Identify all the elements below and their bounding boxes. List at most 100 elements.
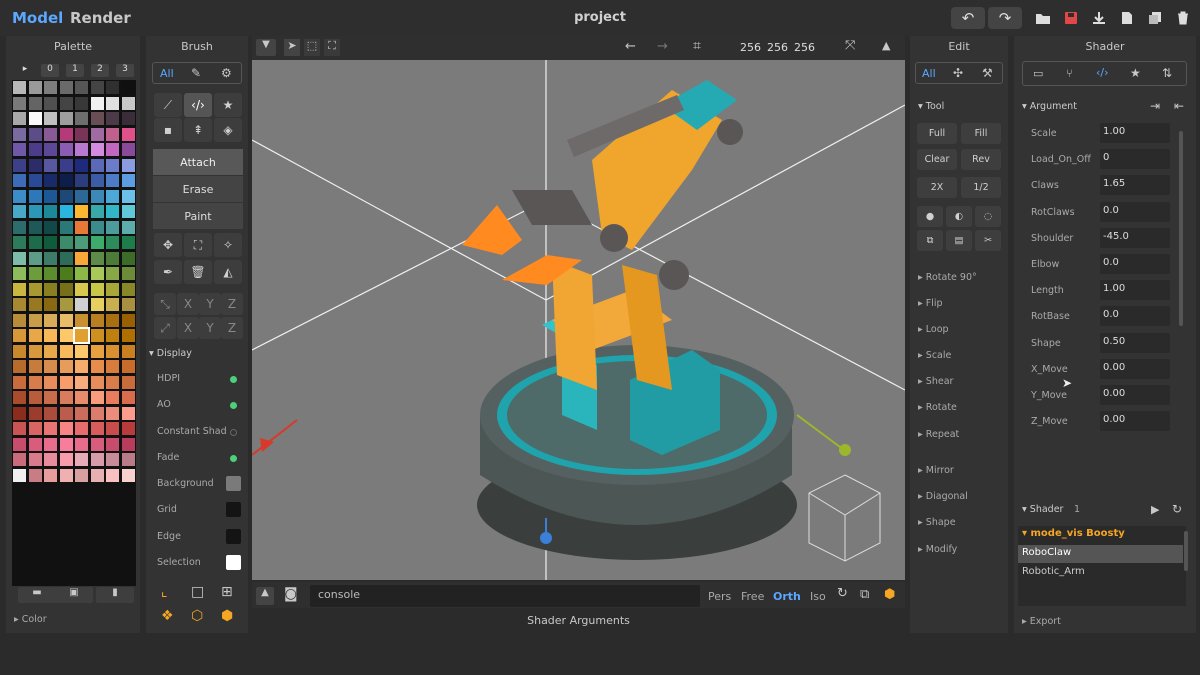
arg-length-field[interactable]: 1.00	[1100, 280, 1170, 301]
palette-swatch[interactable]	[90, 406, 104, 420]
redo-button[interactable]: ↷	[988, 7, 1022, 29]
palette-swatch[interactable]	[28, 391, 42, 404]
palette-swatch[interactable]	[121, 205, 135, 218]
axis-y-button[interactable]: Y	[199, 293, 221, 315]
palette-swatch[interactable]	[59, 220, 73, 234]
crop-icon[interactable]: ⌗	[693, 38, 701, 54]
palette-swatch[interactable]	[44, 205, 57, 218]
fill-tool[interactable]: ◭	[214, 260, 242, 284]
edit-menu-repeat[interactable]: ▸ Repeat	[918, 429, 959, 440]
palette-swatch[interactable]	[75, 251, 88, 265]
palette-swatch[interactable]	[13, 344, 26, 358]
palette-swatch[interactable]	[121, 251, 135, 265]
edit-menu-shape[interactable]: ▸ Shape	[918, 517, 956, 528]
palette-swatch[interactable]	[28, 437, 42, 451]
palette-swatch[interactable]	[59, 360, 73, 373]
palette-swatch[interactable]	[13, 189, 26, 203]
arg-z-move-field[interactable]: 0.00	[1100, 411, 1170, 432]
scale-icon[interactable]: ⤢	[154, 317, 176, 339]
palette-swatch[interactable]	[106, 282, 119, 296]
arg-elbow-field[interactable]: 0.0	[1100, 254, 1170, 274]
palette-swatch[interactable]	[121, 344, 135, 358]
palette-swatch[interactable]	[13, 251, 26, 265]
palette-swatch[interactable]	[121, 282, 135, 296]
palette-swatch[interactable]	[13, 220, 26, 234]
palette-swatch[interactable]	[106, 127, 119, 141]
palette-swatch[interactable]	[59, 344, 73, 358]
palette-swatch[interactable]	[28, 189, 42, 203]
palette-swatch[interactable]	[75, 422, 88, 435]
folder-icon[interactable]: ▭	[1033, 67, 1043, 80]
palette-swatch[interactable]	[59, 391, 73, 404]
palette-grid[interactable]	[12, 80, 136, 586]
arg-scale-field[interactable]: 1.00	[1100, 123, 1170, 143]
palette-swatch[interactable]	[59, 112, 73, 125]
gear-icon[interactable]: ⚙	[221, 66, 232, 80]
palette-tab-2[interactable]: 1	[66, 64, 84, 77]
palette-swatch[interactable]	[106, 143, 119, 156]
shader-brush-tool[interactable]: ‹/›	[184, 93, 212, 117]
palette-swatch[interactable]	[106, 360, 119, 373]
sphere-half-button[interactable]: ◐	[946, 206, 972, 227]
palette-swatch[interactable]	[13, 453, 26, 466]
palette-swatch[interactable]	[59, 267, 73, 280]
palette-swatch[interactable]	[28, 158, 42, 172]
palette-swatch[interactable]	[59, 96, 73, 110]
palette-swatch[interactable]	[44, 298, 57, 311]
palette-swatch[interactable]	[44, 236, 57, 249]
clear-button[interactable]: Clear	[917, 149, 957, 170]
palette-swatch[interactable]	[106, 174, 119, 187]
paint-button[interactable]: Paint	[153, 203, 243, 229]
palette-swatch[interactable]	[106, 205, 119, 218]
layers-icon[interactable]: ⧉	[860, 587, 869, 602]
display-toggle-icon[interactable]	[230, 454, 237, 462]
palette-swatch[interactable]	[90, 298, 104, 311]
axis-x-button-2[interactable]: X	[177, 317, 199, 339]
palette-swatch[interactable]	[28, 251, 42, 265]
undo-button[interactable]: ↶	[951, 7, 985, 29]
palette-swatch[interactable]	[13, 81, 26, 94]
export-section[interactable]: ▸ Export	[1022, 616, 1061, 627]
full-button[interactable]: Full	[917, 123, 957, 144]
cube-tool[interactable]: ◈	[214, 118, 242, 142]
palette-swatch[interactable]	[73, 327, 90, 344]
display-section[interactable]: ▾ Display	[149, 348, 192, 359]
palette-swatch[interactable]	[13, 437, 26, 451]
edit-menu-rotate[interactable]: ▸ Rotate	[918, 402, 957, 413]
palette-tab-1[interactable]: 0	[41, 64, 59, 77]
palette-swatch[interactable]	[59, 189, 73, 203]
palette-swatch[interactable]	[44, 81, 57, 94]
palette-swatch[interactable]	[44, 313, 57, 327]
copy-button[interactable]: ⧉	[917, 230, 943, 251]
shader-item-robotic-arm[interactable]: Robotic_Arm	[1022, 566, 1085, 577]
palette-swatch[interactable]	[13, 205, 26, 218]
palette-swatch[interactable]	[59, 251, 73, 265]
duplicate-button[interactable]	[1146, 9, 1164, 27]
edit-menu-modify[interactable]: ▸ Modify	[918, 544, 957, 555]
palette-swatch[interactable]	[121, 112, 135, 125]
palette-swatch[interactable]	[90, 437, 104, 451]
palette-swatch[interactable]	[106, 189, 119, 203]
palette-swatch[interactable]	[90, 251, 104, 265]
palette-swatch[interactable]	[44, 406, 57, 420]
palette-swatch[interactable]	[44, 112, 57, 125]
attach-button[interactable]: Attach	[153, 149, 243, 175]
view-free-button[interactable]: Free	[741, 590, 764, 603]
rev-button[interactable]: Rev	[961, 149, 1001, 170]
console-input[interactable]: console	[310, 585, 700, 607]
arrow-left-icon[interactable]: ←	[625, 39, 636, 54]
palette-swatch[interactable]	[28, 81, 42, 94]
palette-swatch[interactable]	[75, 236, 88, 249]
palette-swatch[interactable]	[28, 360, 42, 373]
palette-swatch[interactable]	[90, 375, 104, 389]
display-toggle-icon[interactable]	[230, 376, 237, 383]
palette-swatch[interactable]	[90, 205, 104, 218]
palette-swatch[interactable]	[75, 112, 88, 125]
palette-swatch[interactable]	[13, 112, 26, 125]
palette-swatch[interactable]	[75, 453, 88, 466]
shader-folder[interactable]: ▾ mode_vis Boosty	[1022, 528, 1125, 539]
palette-swatch[interactable]	[121, 437, 135, 451]
edit-menu-scale[interactable]: ▸ Scale	[918, 350, 951, 361]
palette-swatch[interactable]	[90, 174, 104, 187]
logout-icon[interactable]: ⇤	[1174, 99, 1184, 113]
